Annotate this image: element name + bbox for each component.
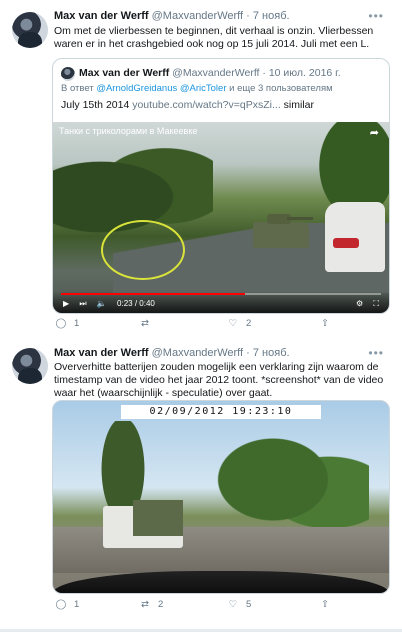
author-name[interactable]: Max van der Werff (54, 10, 149, 22)
share-button[interactable]: ⇧ (318, 318, 338, 329)
tweet-date[interactable]: · 7 нояб. (246, 10, 289, 22)
like-button[interactable]: ♡ 2 (226, 318, 252, 329)
quote-date: · 10 июл. 2016 г. (262, 67, 341, 79)
like-count: 2 (246, 318, 252, 329)
quote-author-handle: @MaxvanderWerff (172, 67, 260, 79)
author-handle[interactable]: @MaxvanderWerff (152, 10, 243, 22)
reply-button[interactable]: ◯ 1 (54, 318, 80, 329)
attached-photo[interactable]: 02/09/2012 19:23:10 (52, 400, 390, 594)
tweet-date[interactable]: · 7 нояб. (246, 347, 289, 359)
quote-text: July 15th 2014 youtube.com/watch?v=qPxsZ… (61, 99, 314, 112)
video-progress-bar[interactable] (61, 293, 381, 295)
video-progress-fill (61, 293, 245, 295)
video-scene-car (325, 202, 385, 272)
more-options-icon[interactable]: ••• (368, 8, 384, 24)
youtube-link[interactable]: youtube.com/watch?v=qPxsZi... (132, 99, 281, 111)
like-button[interactable]: ♡ 5 (226, 599, 252, 610)
author-handle[interactable]: @MaxvanderWerff (152, 347, 243, 359)
video-controls-right: ⚙ ⛶ (348, 299, 379, 309)
retweet-button[interactable]: ⇄ 2 (138, 599, 163, 610)
retweet-icon: ⇄ (141, 599, 149, 610)
photo-scene-dashboard (53, 571, 389, 593)
tweet-actions: ◯ 1 ⇄ ♡ 2 ⇧ (54, 318, 354, 332)
more-options-icon[interactable]: ••• (368, 345, 384, 361)
share-icon: ⇧ (321, 318, 329, 329)
like-count: 5 (246, 599, 252, 610)
reply-context: В ответ @ArnoldGreidanus @AricToler и ещ… (61, 82, 333, 95)
retweet-count: 2 (158, 599, 164, 610)
video-time: 0:23 / 0:40 (117, 299, 155, 308)
video-scene-tank (253, 214, 313, 248)
fullscreen-icon[interactable]: ⛶ (373, 299, 379, 308)
tweet-header: Max van der Werff @MaxvanderWerff · 7 но… (54, 8, 392, 24)
tweet-1[interactable]: Max van der Werff @MaxvanderWerff · 7 но… (0, 0, 402, 341)
highlight-circle (101, 220, 185, 280)
quote-author-name: Max van der Werff (79, 67, 170, 79)
reply-user-link[interactable]: @ArnoldGreidanus (96, 83, 177, 94)
video-title[interactable]: Танки с триколорами в Макеевке (59, 126, 197, 136)
next-icon[interactable]: ⏭ (79, 299, 86, 308)
tweet-actions: ◯ 1 ⇄ 2 ♡ 5 ⇧ (54, 599, 354, 613)
reply-count: 1 (74, 599, 80, 610)
video-share-icon[interactable]: ➦ (370, 126, 379, 139)
avatar[interactable] (12, 348, 48, 384)
reply-user-link[interactable]: @AricToler (180, 83, 227, 94)
reply-count: 1 (74, 318, 80, 329)
reply-icon: ◯ (55, 318, 67, 329)
tweet-2[interactable]: Max van der Werff @MaxvanderWerff · 7 но… (0, 340, 402, 632)
like-icon: ♡ (228, 599, 238, 610)
tweet-text: Om met de vlierbessen te beginnen, dit v… (54, 25, 374, 50)
reply-prefix: В ответ (61, 83, 94, 94)
tweet-header: Max van der Werff @MaxvanderWerff · 7 но… (54, 345, 392, 361)
video-controls-left: ▶ ⏭ 🔈 0:23 / 0:40 (63, 299, 163, 309)
quoted-tweet[interactable]: Max van der Werff @MaxvanderWerff · 10 и… (52, 58, 390, 314)
reply-icon: ◯ (55, 599, 67, 610)
quote-header: Max van der Werff @MaxvanderWerff · 10 и… (79, 66, 341, 80)
tweet-text: Oververhitte batterijen zouden mogelijk … (54, 361, 384, 399)
video-timestamp: 02/09/2012 19:23:10 (121, 405, 321, 419)
share-button[interactable]: ⇧ (318, 599, 338, 610)
quote-text-suffix: similar (280, 99, 314, 111)
play-icon[interactable]: ▶ (63, 299, 69, 308)
quote-avatar (61, 67, 75, 81)
volume-icon[interactable]: 🔈 (97, 299, 107, 308)
retweet-button[interactable]: ⇄ (138, 318, 158, 329)
like-icon: ♡ (228, 318, 238, 329)
settings-icon[interactable]: ⚙ (356, 299, 363, 308)
video-player[interactable]: Танки с триколорами в Макеевке ➦ ▶ ⏭ 🔈 0… (53, 122, 389, 313)
retweet-icon: ⇄ (141, 318, 149, 329)
author-name[interactable]: Max van der Werff (54, 347, 149, 359)
reply-button[interactable]: ◯ 1 (54, 599, 80, 610)
share-icon: ⇧ (321, 599, 329, 610)
quote-text-lead: July 15th 2014 (61, 99, 133, 111)
photo-scene-truck (103, 500, 183, 548)
avatar[interactable] (12, 12, 48, 48)
reply-suffix: и еще 3 пользователям (226, 83, 333, 94)
